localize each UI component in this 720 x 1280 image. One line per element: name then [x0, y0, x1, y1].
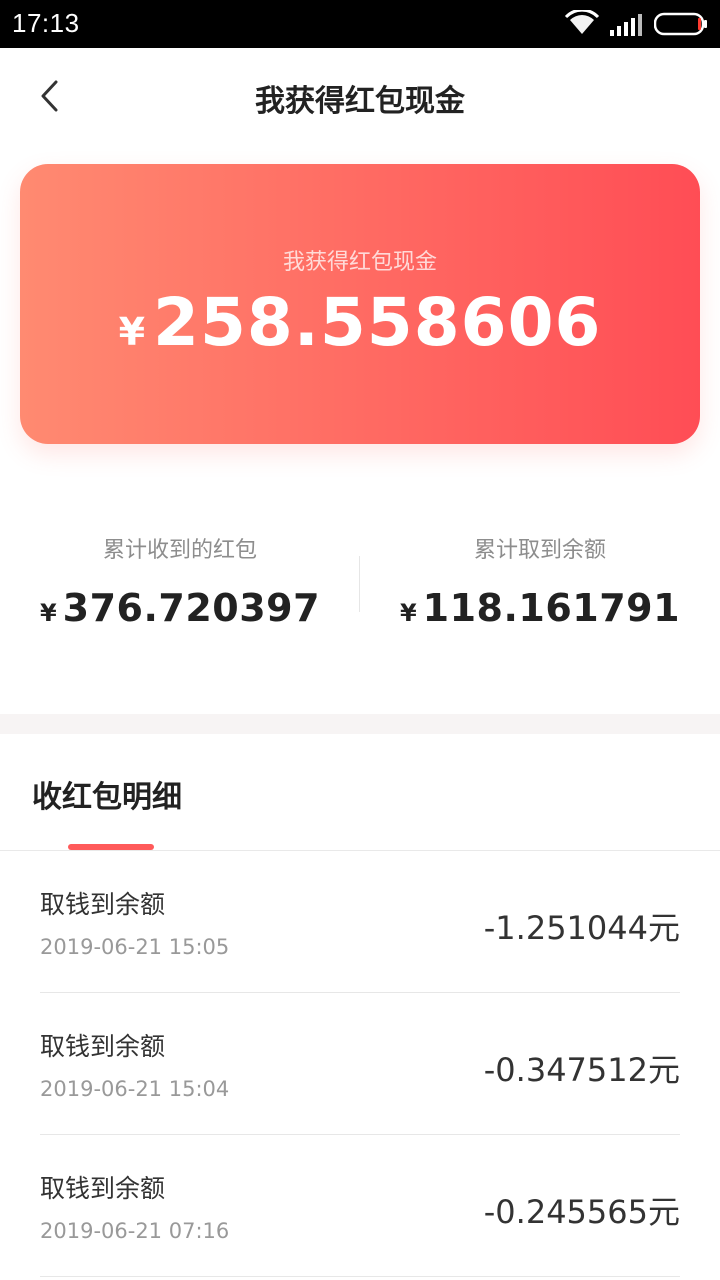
list-item[interactable]: 取钱到余额 2019-06-21 07:16 -0.245565元	[40, 1135, 680, 1277]
record-title: 取钱到余额	[40, 1174, 166, 1203]
signal-icon	[610, 12, 642, 40]
record-time: 2019-06-21 07:16	[40, 1219, 230, 1243]
stat-received-value: ¥ 376.720397	[0, 586, 360, 630]
record-title: 取钱到余额	[40, 1032, 166, 1061]
currency-symbol: ¥	[118, 310, 146, 354]
page-title: 我获得红包现金	[255, 84, 465, 119]
balance-amount: ¥ 258.558606	[20, 284, 700, 361]
stat-received-label: 累计收到的红包	[102, 538, 257, 563]
balance-label: 我获得红包现金	[282, 250, 437, 275]
stat-withdrawn-value: ¥ 118.161791	[360, 586, 720, 630]
detail-tab-bar: 收红包明细	[0, 734, 720, 851]
stat-received: 累计收到的红包 ¥ 376.720397	[0, 520, 360, 630]
stat-withdrawn-number: 118.161791	[422, 586, 681, 630]
battery-icon	[653, 12, 708, 40]
section-divider	[0, 714, 720, 734]
tab-detail[interactable]: 收红包明细	[32, 772, 182, 816]
status-time: 17:13	[12, 8, 80, 38]
record-list: 取钱到余额 2019-06-21 15:05 -1.251044元 取钱到余额 …	[0, 851, 720, 1277]
record-amount: -0.347512元	[483, 1051, 680, 1089]
stat-withdrawn: 累计取到余额 ¥ 118.161791	[360, 520, 720, 630]
list-item[interactable]: 取钱到余额 2019-06-21 15:05 -1.251044元	[40, 851, 680, 993]
record-time: 2019-06-21 15:04	[40, 1077, 230, 1101]
wifi-icon	[564, 8, 600, 40]
balance-card: 我获得红包现金 ¥ 258.558606	[20, 164, 700, 444]
balance-value: 258.558606	[153, 284, 602, 361]
list-item[interactable]: 取钱到余额 2019-06-21 15:04 -0.347512元	[40, 993, 680, 1135]
currency-symbol: ¥	[399, 599, 417, 627]
app-header: 我获得红包现金	[0, 48, 720, 144]
tab-indicator	[68, 844, 154, 850]
record-amount: -0.245565元	[483, 1193, 680, 1231]
record-title: 取钱到余额	[40, 890, 166, 919]
summary-stats: 累计收到的红包 ¥ 376.720397 累计取到余额 ¥ 118.161791	[0, 520, 720, 640]
record-time: 2019-06-21 15:05	[40, 935, 230, 959]
currency-symbol: ¥	[39, 599, 57, 627]
stat-withdrawn-label: 累计取到余额	[473, 538, 606, 563]
stat-received-number: 376.720397	[62, 586, 321, 630]
record-amount: -1.251044元	[483, 909, 680, 947]
status-bar: 17:13	[0, 0, 720, 48]
